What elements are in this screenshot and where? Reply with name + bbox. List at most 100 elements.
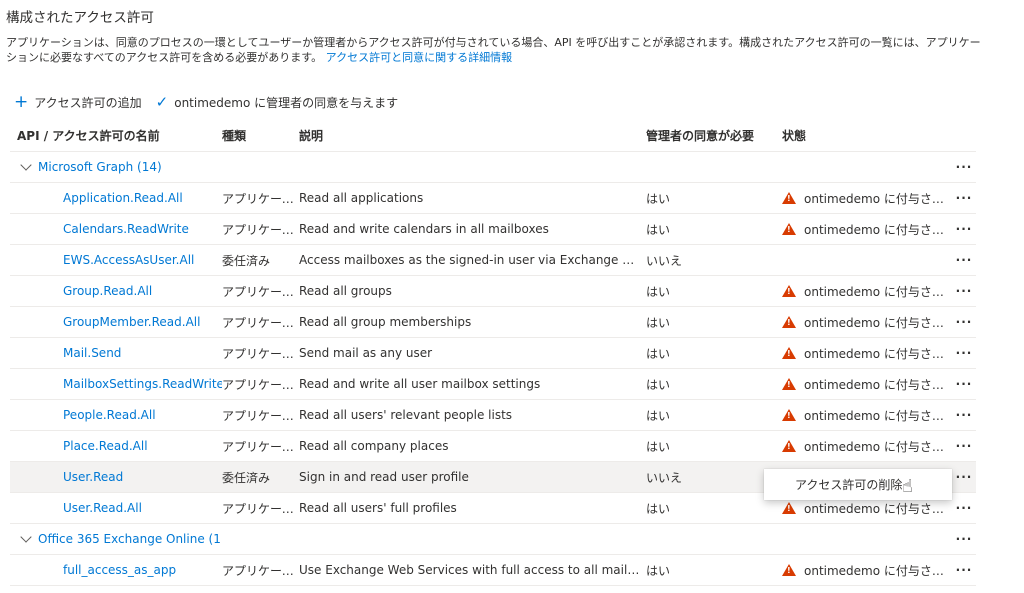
admin-consent-value: はい bbox=[646, 439, 671, 454]
permission-type: アプリケーション bbox=[222, 439, 299, 454]
admin-consent-value: はい bbox=[646, 377, 671, 392]
status-cell: ontimedemo に付与されていません bbox=[782, 314, 952, 331]
more-actions-button[interactable]: ··· bbox=[952, 532, 976, 546]
permission-description: Sign in and read user profile bbox=[299, 470, 469, 484]
warning-icon bbox=[782, 564, 796, 576]
group-row-microsoft-graph[interactable]: Microsoft Graph (14) ··· bbox=[10, 152, 976, 183]
admin-consent-value: はい bbox=[646, 563, 671, 578]
admin-consent-value: はい bbox=[646, 222, 671, 237]
more-actions-button[interactable]: ··· bbox=[952, 408, 976, 422]
add-permission-label: アクセス許可の追加 bbox=[34, 95, 142, 110]
permission-type: 委任済み bbox=[222, 470, 271, 485]
table-row: full_access_as_app アプリケーション Use Exchange… bbox=[10, 555, 976, 586]
table-row: Mail.Send アプリケーション Send mail as any user… bbox=[10, 338, 976, 369]
admin-consent-value: いいえ bbox=[646, 470, 683, 485]
permission-type: アプリケーション bbox=[222, 563, 299, 578]
permission-name-link[interactable]: Place.Read.All bbox=[10, 439, 222, 453]
column-header-admin-consent[interactable]: 管理者の同意が必要 bbox=[646, 127, 782, 144]
permissions-table: API / アクセス許可の名前 種類 説明 管理者の同意が必要 状態 Micro… bbox=[10, 120, 976, 586]
permission-description: Read all users' relevant people lists bbox=[299, 408, 513, 422]
admin-consent-value: はい bbox=[646, 284, 671, 299]
add-permission-button[interactable]: + アクセス許可の追加 bbox=[14, 91, 142, 112]
permission-name-link[interactable]: Calendars.ReadWrite bbox=[10, 222, 222, 236]
status-cell: ontimedemo に付与されていません bbox=[782, 438, 952, 455]
column-header-description[interactable]: 説明 bbox=[299, 127, 646, 144]
permission-name-link[interactable]: GroupMember.Read.All bbox=[10, 315, 222, 329]
table-row: Group.Read.All アプリケーション Read all groups … bbox=[10, 276, 976, 307]
check-icon: ✓ bbox=[155, 92, 169, 111]
permission-type: アプリケーション bbox=[222, 191, 299, 206]
more-actions-button[interactable]: ··· bbox=[952, 470, 976, 484]
admin-consent-value: はい bbox=[646, 191, 671, 206]
more-actions-button[interactable]: ··· bbox=[952, 563, 976, 577]
status-cell: ontimedemo に付与されていません bbox=[782, 407, 952, 424]
status-text: ontimedemo に付与されていません bbox=[804, 563, 949, 578]
more-actions-button[interactable]: ··· bbox=[952, 191, 976, 205]
grant-admin-consent-label: ontimedemo に管理者の同意を与えます bbox=[174, 95, 399, 110]
grant-admin-consent-button[interactable]: ✓ ontimedemo に管理者の同意を与えます bbox=[156, 94, 398, 111]
table-header: API / アクセス許可の名前 種類 説明 管理者の同意が必要 状態 bbox=[10, 120, 976, 152]
permission-name-link[interactable]: User.Read bbox=[10, 470, 222, 484]
status-cell: ontimedemo に付与されていません bbox=[782, 190, 952, 207]
status-cell: ontimedemo に付与されていません bbox=[782, 283, 952, 300]
more-actions-button[interactable]: ··· bbox=[952, 160, 976, 174]
permission-type: アプリケーション bbox=[222, 501, 299, 516]
column-header-name[interactable]: API / アクセス許可の名前 bbox=[10, 127, 222, 144]
more-actions-button[interactable]: ··· bbox=[952, 222, 976, 236]
more-actions-button[interactable]: ··· bbox=[952, 501, 976, 515]
column-header-status[interactable]: 状態 bbox=[782, 127, 952, 144]
status-cell: ontimedemo に付与されていません bbox=[782, 376, 952, 393]
permission-name-link[interactable]: Group.Read.All bbox=[10, 284, 222, 298]
permission-description: Read all users' full profiles bbox=[299, 501, 457, 515]
permission-description: Read all applications bbox=[299, 191, 424, 205]
status-text: ontimedemo に付与されていません bbox=[804, 315, 949, 330]
permission-name-link[interactable]: Mail.Send bbox=[10, 346, 222, 360]
column-header-type[interactable]: 種類 bbox=[222, 127, 299, 144]
permission-description: Read all group memberships bbox=[299, 315, 472, 329]
warning-icon bbox=[782, 285, 796, 297]
permission-description: Read all groups bbox=[299, 284, 392, 298]
warning-icon bbox=[782, 378, 796, 390]
status-text: ontimedemo に付与されていません bbox=[804, 377, 949, 392]
permission-name-link[interactable]: Application.Read.All bbox=[10, 191, 222, 205]
chevron-down-icon bbox=[20, 159, 32, 171]
table-row: People.Read.All アプリケーション Read all users'… bbox=[10, 400, 976, 431]
status-text: ontimedemo に付与されていません bbox=[804, 222, 949, 237]
permission-name-link[interactable]: User.Read.All bbox=[10, 501, 222, 515]
chevron-down-icon bbox=[20, 531, 32, 543]
status-text: ontimedemo に付与されていません bbox=[804, 191, 949, 206]
admin-consent-value: はい bbox=[646, 501, 671, 516]
plus-icon: + bbox=[14, 91, 29, 112]
status-text: ontimedemo に付与されていません bbox=[804, 284, 949, 299]
group-row-exchange-online[interactable]: Office 365 Exchange Online (1 ··· bbox=[10, 524, 976, 555]
admin-consent-value: はい bbox=[646, 408, 671, 423]
permission-type: 委任済み bbox=[222, 253, 271, 268]
learn-more-link[interactable]: アクセス許可と同意に関する詳細情報 bbox=[326, 51, 512, 64]
status-cell: ontimedemo に付与されていません bbox=[782, 500, 952, 517]
permission-name-link[interactable]: full_access_as_app bbox=[10, 563, 222, 577]
more-actions-button[interactable]: ··· bbox=[952, 284, 976, 298]
status-text: ontimedemo に付与されていません bbox=[804, 408, 949, 423]
table-row: MailboxSettings.ReadWrite アプリケーション Read … bbox=[10, 369, 976, 400]
section-description: アプリケーションは、同意のプロセスの一環としてユーザーか管理者からアクセス許可が… bbox=[6, 35, 991, 65]
table-row: Calendars.ReadWrite アプリケーション Read and wr… bbox=[10, 214, 976, 245]
more-actions-button[interactable]: ··· bbox=[952, 377, 976, 391]
more-actions-button[interactable]: ··· bbox=[952, 253, 976, 267]
permission-name-link[interactable]: EWS.AccessAsUser.All bbox=[10, 253, 222, 267]
permission-description: Send mail as any user bbox=[299, 346, 433, 360]
more-actions-button[interactable]: ··· bbox=[952, 315, 976, 329]
warning-icon bbox=[782, 223, 796, 235]
more-actions-button[interactable]: ··· bbox=[952, 439, 976, 453]
group-label: Microsoft Graph (14) bbox=[38, 160, 162, 174]
permission-description: Access mailboxes as the signed-in user v… bbox=[299, 253, 646, 267]
status-cell: ontimedemo に付与されていません bbox=[782, 562, 952, 579]
table-row: Application.Read.All アプリケーション Read all a… bbox=[10, 183, 976, 214]
permission-name-link[interactable]: MailboxSettings.ReadWrite bbox=[10, 377, 222, 391]
permission-name-link[interactable]: People.Read.All bbox=[10, 408, 222, 422]
status-text: ontimedemo に付与されていません bbox=[804, 346, 949, 361]
admin-consent-value: いいえ bbox=[646, 253, 683, 268]
permission-description: Read and write all user mailbox settings bbox=[299, 377, 541, 391]
context-menu-remove-permission[interactable]: アクセス許可の削除 bbox=[764, 469, 952, 500]
more-actions-button[interactable]: ··· bbox=[952, 346, 976, 360]
permission-type: アプリケーション bbox=[222, 284, 299, 299]
